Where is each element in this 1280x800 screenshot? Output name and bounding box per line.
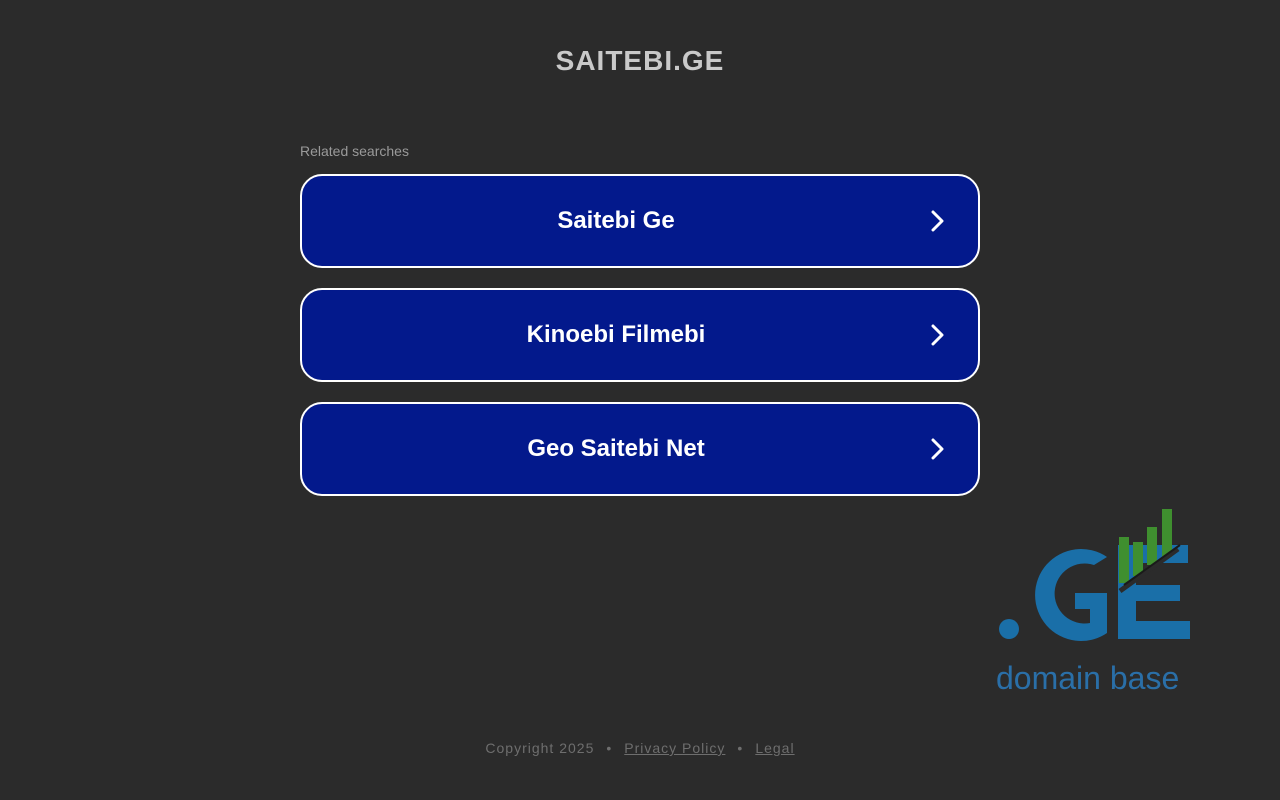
logo-bar-icon <box>1162 509 1172 557</box>
footer-separator: • <box>737 740 744 756</box>
related-searches-label: Related searches <box>300 143 409 159</box>
logo-bar-icon <box>1133 542 1143 576</box>
logo-dot-icon <box>999 619 1019 639</box>
logo-g-icon <box>1035 549 1107 641</box>
search-link-label: Saitebi Ge <box>557 207 675 234</box>
search-link-geo-saitebi-net[interactable]: Geo Saitebi Net <box>300 402 980 496</box>
chevron-right-icon <box>931 438 944 460</box>
logo-bar-icon <box>1147 527 1157 565</box>
legal-link[interactable]: Legal <box>755 740 794 756</box>
site-title: SAITEBI.GE <box>555 45 725 76</box>
search-link-saitebi-ge[interactable]: Saitebi Ge <box>300 174 980 268</box>
footer: Copyright 2025 • Privacy Policy • Legal <box>0 739 1280 757</box>
logo-tagline: domain base <box>996 660 1180 696</box>
search-link-label: Kinoebi Filmebi <box>526 321 706 348</box>
chevron-right-icon <box>931 324 944 346</box>
chevron-right-icon <box>931 210 944 232</box>
page: SAITEBI.GE Related searches Saitebi Ge K… <box>0 0 1280 800</box>
footer-separator: • <box>606 740 613 756</box>
search-link-label: Geo Saitebi Net <box>527 435 705 462</box>
privacy-policy-link[interactable]: Privacy Policy <box>624 740 725 756</box>
related-searches-list: Saitebi Ge Kinoebi Filmebi Geo Saitebi N… <box>300 174 980 516</box>
search-link-kinoebi-filmebi[interactable]: Kinoebi Filmebi <box>300 288 980 382</box>
logo-bar-icon <box>1119 537 1129 583</box>
copyright-text: Copyright 2025 <box>485 740 595 756</box>
